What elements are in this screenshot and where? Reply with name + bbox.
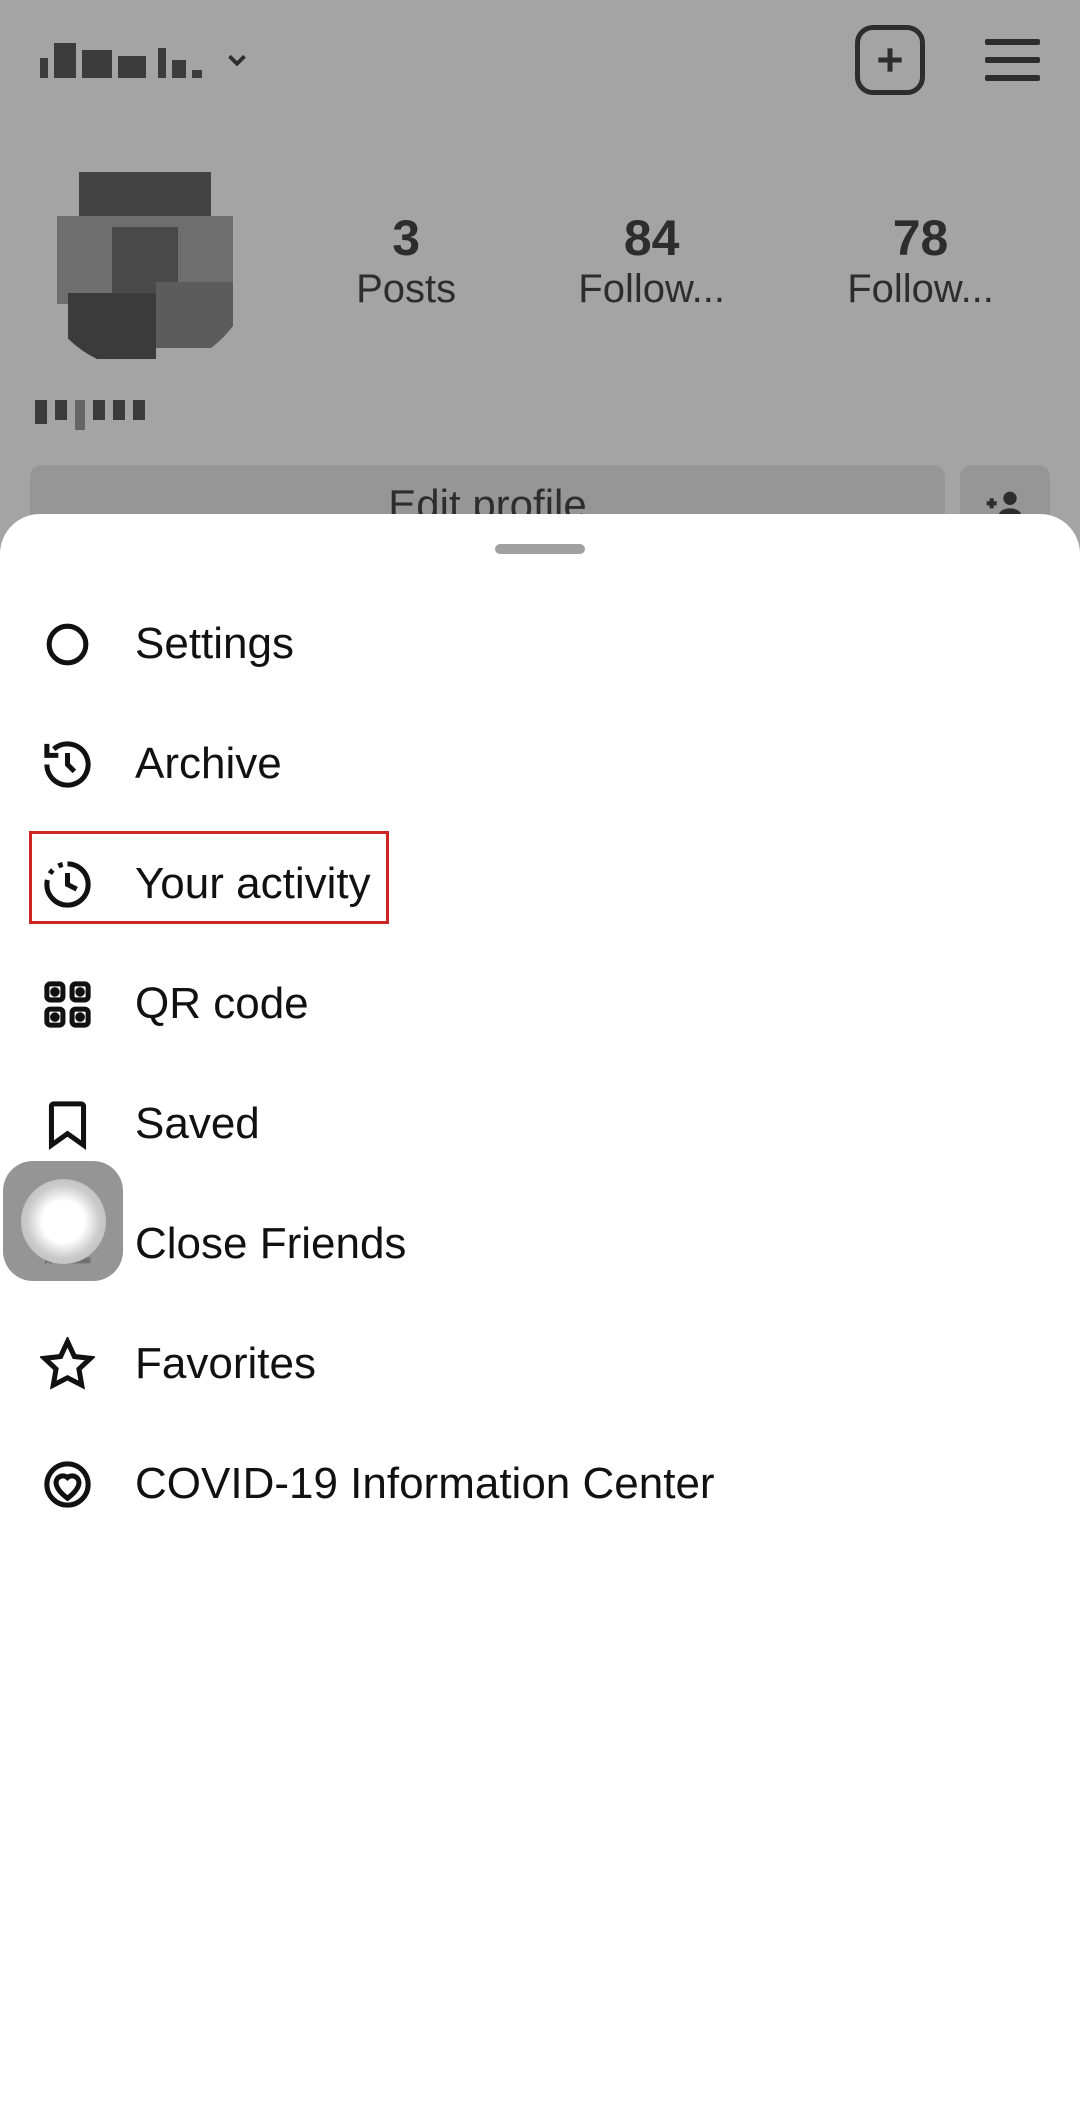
options-bottom-sheet: Settings Archive Your activity QR code bbox=[0, 514, 1080, 2114]
favorites-icon bbox=[40, 1337, 95, 1392]
menu-label: Archive bbox=[135, 739, 282, 789]
menu-item-saved[interactable]: Saved bbox=[40, 1064, 1040, 1184]
menu-label: Saved bbox=[135, 1099, 260, 1149]
assistive-touch-icon bbox=[21, 1179, 106, 1264]
activity-icon bbox=[40, 857, 95, 912]
saved-icon bbox=[40, 1097, 95, 1152]
menu-label: Your activity bbox=[135, 859, 371, 909]
menu-item-archive[interactable]: Archive bbox=[40, 704, 1040, 824]
menu-label: QR code bbox=[135, 979, 309, 1029]
archive-icon bbox=[40, 737, 95, 792]
menu-item-favorites[interactable]: Favorites bbox=[40, 1304, 1040, 1424]
menu-label: Favorites bbox=[135, 1339, 316, 1389]
settings-icon bbox=[40, 617, 95, 672]
menu-item-close-friends[interactable]: Close Friends bbox=[40, 1184, 1040, 1304]
menu-label: Settings bbox=[135, 619, 294, 669]
sheet-drag-handle[interactable] bbox=[495, 544, 585, 554]
menu-label: Close Friends bbox=[135, 1219, 406, 1269]
menu-item-settings[interactable]: Settings bbox=[40, 584, 1040, 704]
menu-label: COVID-19 Information Center bbox=[135, 1459, 715, 1509]
covid-icon bbox=[40, 1457, 95, 1512]
menu-item-your-activity[interactable]: Your activity bbox=[40, 824, 1040, 944]
qr-code-icon bbox=[40, 977, 95, 1032]
assistive-touch-button[interactable] bbox=[3, 1161, 123, 1281]
menu-item-covid[interactable]: COVID-19 Information Center bbox=[40, 1424, 1040, 1544]
menu-item-qr-code[interactable]: QR code bbox=[40, 944, 1040, 1064]
